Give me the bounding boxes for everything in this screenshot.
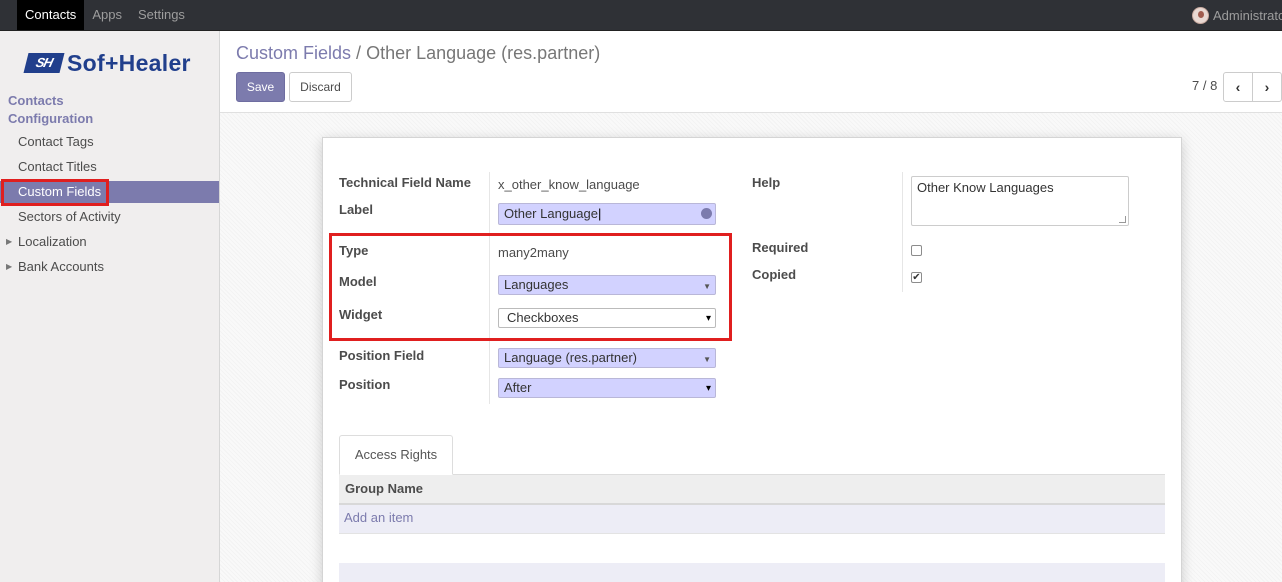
menu-apps[interactable]: Apps <box>84 0 130 30</box>
sidebar-section-configuration[interactable]: Configuration <box>8 111 93 126</box>
discard-button[interactable]: Discard <box>289 72 352 102</box>
breadcrumb: Custom Fields / Other Language (res.part… <box>236 43 600 64</box>
highlight-box-form <box>329 233 732 341</box>
top-navbar: Contacts Apps Settings Administrator <box>0 0 1282 31</box>
copied-checkbox[interactable]: ✔ <box>911 272 922 283</box>
caret-down-icon: ▼ <box>703 355 711 364</box>
sidebar-item-label: Localization <box>18 234 87 249</box>
app-menu: Contacts Apps Settings <box>17 0 193 30</box>
checkmark-icon: ✔ <box>912 272 921 283</box>
company-logo: SH Sof+Healer <box>23 49 191 76</box>
sidebar-item-contact-titles[interactable]: Contact Titles <box>0 156 219 178</box>
user-name: Administrator <box>1213 7 1282 23</box>
label-label: Label <box>339 202 373 217</box>
sidebar-item-contact-tags[interactable]: Contact Tags <box>0 131 219 153</box>
pager-next-button[interactable]: › <box>1252 72 1282 102</box>
breadcrumb-parent-link[interactable]: Custom Fields <box>236 43 351 63</box>
position-select[interactable]: After ▾ <box>498 378 716 398</box>
breadcrumb-current: Other Language (res.partner) <box>366 43 601 63</box>
chevron-right-icon: › <box>1264 79 1270 95</box>
technical-field-name-value: x_other_know_language <box>498 177 640 192</box>
menu-settings[interactable]: Settings <box>130 0 193 30</box>
menu-contacts[interactable]: Contacts <box>17 0 85 30</box>
sidebar-item-label: Bank Accounts <box>18 259 104 274</box>
sidebar-item-localization[interactable]: ▶ Localization <box>0 231 219 253</box>
highlight-box-sidebar <box>1 179 109 206</box>
sidebar-item-label: Contact Titles <box>18 159 97 174</box>
save-button[interactable]: Save <box>236 72 285 102</box>
pager-previous-button[interactable]: ‹ <box>1223 72 1253 102</box>
chevron-left-icon: ‹ <box>1235 79 1241 95</box>
sidebar-item-label: Contact Tags <box>18 134 94 149</box>
copied-label: Copied <box>752 267 797 282</box>
position-field-select[interactable]: Language (res.partner) ▼ <box>498 348 716 368</box>
tab-access-rights[interactable]: Access Rights <box>339 435 453 475</box>
globe-icon[interactable] <box>701 208 712 219</box>
position-field-label: Position Field <box>339 348 425 363</box>
position-field-select-value: Language (res.partner) <box>504 350 637 365</box>
pager-value: 7 / 8 <box>1192 78 1218 93</box>
help-label: Help <box>752 175 781 190</box>
position-label: Position <box>339 377 391 392</box>
sidebar-item-bank-accounts[interactable]: ▶ Bank Accounts <box>0 256 219 278</box>
right-column-divider <box>902 172 903 292</box>
label-input[interactable]: Other Language| <box>498 203 716 225</box>
sidebar-item-sectors-of-activity[interactable]: Sectors of Activity <box>0 206 219 228</box>
help-textarea-value: Other Know Languages <box>917 180 1054 195</box>
required-label: Required <box>752 240 809 255</box>
caret-down-icon: ▾ <box>705 383 711 394</box>
user-menu[interactable]: Administrator <box>1192 6 1282 24</box>
label-input-value: Other Language <box>504 206 598 221</box>
breadcrumb-separator: / <box>356 43 362 63</box>
required-checkbox[interactable] <box>911 245 922 256</box>
resize-grip-icon[interactable] <box>1119 216 1126 223</box>
logo-mark: SH <box>23 53 65 73</box>
sidebar: SH Sof+Healer Contacts Configuration Con… <box>0 31 220 582</box>
help-textarea[interactable]: Other Know Languages <box>911 176 1129 226</box>
technical-field-name-label: Technical Field Name <box>339 175 471 190</box>
table-header-group-name[interactable]: Group Name <box>339 475 1165 505</box>
table-footer <box>339 563 1165 582</box>
caret-right-icon: ▶ <box>6 262 13 271</box>
add-item-link[interactable]: Add an item <box>339 505 1165 534</box>
avatar <box>1192 6 1209 24</box>
position-select-value: After <box>504 380 532 395</box>
sidebar-section-contacts[interactable]: Contacts <box>8 93 64 108</box>
caret-right-icon: ▶ <box>6 237 13 246</box>
sidebar-item-label: Sectors of Activity <box>18 209 121 224</box>
logo-word: Sof+Healer <box>67 49 191 76</box>
